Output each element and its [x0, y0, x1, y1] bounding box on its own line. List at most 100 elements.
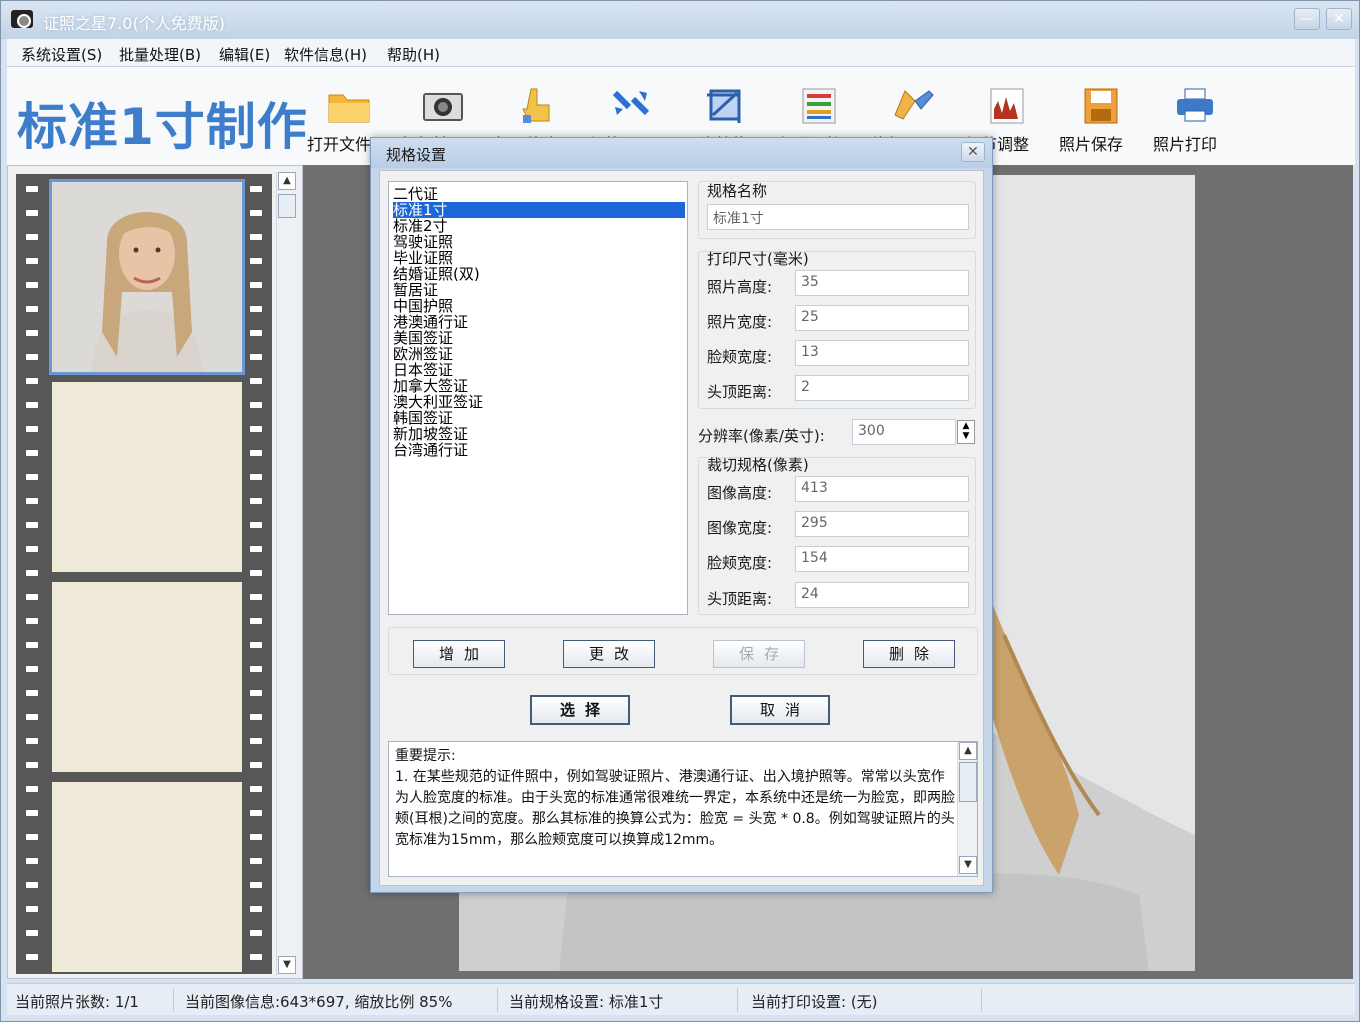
spec-settings-button[interactable]: 规格设置 — [589, 85, 673, 154]
spec-list-item[interactable]: 中国护照 — [393, 298, 453, 314]
film-hole — [26, 834, 38, 840]
menu-system-settings[interactable]: 系统设置(S) — [21, 44, 102, 65]
spec-name-field[interactable]: 标准1寸 — [707, 204, 969, 230]
face-width-mm-field[interactable]: 13 — [795, 340, 969, 366]
cutout-button[interactable]: 抠图换底 — [495, 85, 579, 154]
print-photo-button[interactable]: 照片打印 — [1153, 85, 1237, 154]
photo-width-mm-field[interactable]: 25 — [795, 305, 969, 331]
status-separator — [497, 988, 498, 1012]
film-hole — [26, 234, 38, 240]
film-hole — [26, 906, 38, 912]
repair-button[interactable]: 修复工具 — [871, 85, 955, 154]
film-hole — [26, 618, 38, 624]
resolution-spinner[interactable]: ▲ ▼ — [957, 420, 975, 444]
notes-text: 重要提示: 1. 在某些规范的证件照中，例如驾驶证照片、港澳通行证、出入境护照等… — [395, 746, 955, 851]
image-width-px-field[interactable]: 295 — [795, 511, 969, 537]
notes-box[interactable]: 重要提示: 1. 在某些规范的证件照中，例如驾驶证照片、港澳通行证、出入境护照等… — [388, 741, 978, 877]
save-icon — [1079, 85, 1123, 125]
spec-list-item[interactable]: 标准2寸 — [393, 218, 448, 234]
resolution-field[interactable]: 300 — [852, 419, 956, 445]
image-height-px-field[interactable]: 413 — [795, 476, 969, 502]
spec-list-item[interactable]: 澳大利亚签证 — [393, 394, 483, 410]
spec-list-item[interactable]: 新加坡签证 — [393, 426, 468, 442]
film-hole — [250, 210, 262, 216]
add-button[interactable]: 增加 — [413, 640, 505, 668]
spec-list-item[interactable]: 毕业证照 — [393, 250, 453, 266]
spec-list-item[interactable]: 日本签证 — [393, 362, 453, 378]
spec-list-item[interactable]: 欧洲签证 — [393, 346, 453, 362]
spec-list-item[interactable]: 二代证 — [393, 186, 438, 202]
film-hole — [26, 786, 38, 792]
film-hole — [250, 186, 262, 192]
menu-software-info[interactable]: 软件信息(H) — [284, 44, 367, 65]
crop-icon — [703, 85, 747, 125]
film-hole — [250, 282, 262, 288]
spec-list-item[interactable]: 驾驶证照 — [393, 234, 453, 250]
thumbnail-4-empty[interactable] — [52, 782, 242, 972]
color-adjust-button[interactable]: 色彩调整 — [777, 85, 861, 154]
thumbnail-scrollbar[interactable]: ▲ ▼ — [276, 172, 296, 976]
top-distance-mm-field[interactable]: 2 — [795, 375, 969, 401]
spec-list-item[interactable]: 标准1寸 — [393, 202, 685, 218]
spec-name-label: 规格名称 — [707, 182, 768, 200]
menu-batch[interactable]: 批量处理(B) — [119, 44, 201, 65]
print-size-group: 打印尺寸(毫米) 照片高度: 35 照片宽度: 25 脸颊宽度: 13 头顶距离… — [698, 250, 976, 409]
spec-list-item[interactable]: 韩国签证 — [393, 410, 453, 426]
modify-button[interactable]: 更改 — [563, 640, 655, 668]
spec-list-item[interactable]: 港澳通行证 — [393, 314, 468, 330]
face-width-px-label: 脸颊宽度: — [707, 554, 773, 572]
film-hole — [26, 474, 38, 480]
notes-title: 重要提示: — [395, 748, 456, 764]
spec-list-item[interactable]: 结婚证照(双) — [393, 266, 480, 282]
scroll-down-icon[interactable]: ▼ — [278, 956, 296, 974]
film-hole — [26, 594, 38, 600]
film-hole — [250, 714, 262, 720]
menu-edit[interactable]: 编辑(E) — [219, 44, 270, 65]
notes-scrollbar[interactable]: ▲ ▼ — [957, 742, 977, 876]
film-hole — [250, 930, 262, 936]
save-button[interactable]: 保存 — [713, 640, 805, 668]
camera-app-icon — [11, 10, 33, 28]
spec-list-item[interactable]: 加拿大签证 — [393, 378, 468, 394]
spec-list-item[interactable]: 美国签证 — [393, 330, 453, 346]
status-bar: 当前照片张数: 1/1 当前图像信息:643*697, 缩放比例 85% 当前规… — [7, 983, 1355, 1015]
spec-list-item[interactable]: 台湾通行证 — [393, 442, 468, 458]
film-hole — [250, 378, 262, 384]
notes-scroll-thumb[interactable] — [959, 762, 977, 802]
close-window-button[interactable]: ✕ — [1326, 8, 1352, 30]
thumbnail-3-empty[interactable] — [52, 582, 242, 772]
camera-button[interactable]: 相机拍照 — [401, 85, 485, 154]
crop-size-label: 裁切规格(像素) — [707, 456, 809, 474]
scroll-thumb[interactable] — [278, 194, 296, 218]
film-holes-right — [246, 174, 266, 974]
notes-scroll-up-icon[interactable]: ▲ — [959, 742, 977, 760]
status-separator — [981, 988, 982, 1012]
photo-width-mm-label: 照片宽度: — [707, 313, 773, 331]
photo-height-mm-field[interactable]: 35 — [795, 270, 969, 296]
face-width-px-field[interactable]: 154 — [795, 546, 969, 572]
scroll-up-icon[interactable]: ▲ — [278, 172, 296, 190]
film-hole — [26, 858, 38, 864]
minimize-button[interactable]: — — [1294, 8, 1320, 30]
menu-help[interactable]: 帮助(H) — [387, 44, 440, 65]
film-strip — [16, 174, 272, 974]
top-distance-px-field[interactable]: 24 — [795, 582, 969, 608]
edit-buttons-group: 增加 更改 保存 删除 — [388, 627, 978, 675]
delete-button[interactable]: 删除 — [863, 640, 955, 668]
cancel-button[interactable]: 取消 — [730, 695, 830, 725]
dialog-close-button[interactable]: ✕ — [961, 142, 985, 162]
thumbnail-1[interactable] — [49, 179, 245, 375]
save-photo-button[interactable]: 照片保存 — [1059, 85, 1143, 154]
film-hole — [250, 618, 262, 624]
notes-body: 1. 在某些规范的证件照中，例如驾驶证照片、港澳通行证、出入境护照等。常常以头宽… — [395, 769, 955, 848]
crop-button[interactable]: 照片剪裁 — [683, 85, 767, 154]
notes-scroll-down-icon[interactable]: ▼ — [959, 856, 977, 874]
detail-adjust-button[interactable]: 细节调整 — [965, 85, 1049, 154]
open-file-button[interactable]: 打开文件 — [307, 85, 391, 154]
film-hole — [250, 594, 262, 600]
select-button[interactable]: 选择 — [530, 695, 630, 725]
spec-list-item[interactable]: 暂居证 — [393, 282, 438, 298]
thumbnail-2-empty[interactable] — [52, 382, 242, 572]
spec-list[interactable]: 二代证 标准1寸 标准2寸 驾驶证照 毕业证照 结婚证照(双) 暂居证 中国护照 港澳通行证 美国… — [388, 181, 688, 615]
top-distance-px-label: 头顶距离: — [707, 590, 773, 608]
